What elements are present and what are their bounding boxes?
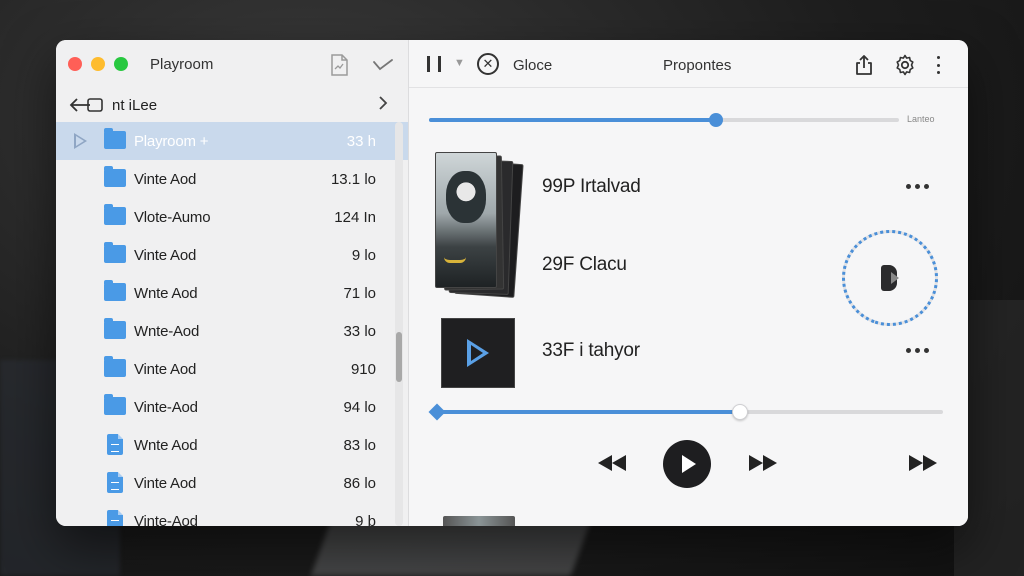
path-bar: nt iLee: [56, 88, 408, 122]
skip-next-button[interactable]: [909, 455, 937, 471]
list-item[interactable]: Vinte Aod 9 lo: [56, 236, 408, 274]
zoom-window-button[interactable]: [114, 57, 128, 71]
pane-title: Propontes: [663, 57, 732, 74]
ring-play-button[interactable]: [881, 265, 899, 291]
slider-knob[interactable]: [708, 113, 723, 127]
pause-icon[interactable]: [427, 56, 441, 72]
item-name: Vinte Aod: [134, 246, 197, 264]
close-window-button[interactable]: [68, 57, 82, 71]
item-name: Vinte Aod: [134, 474, 197, 492]
item-size: 124 In: [334, 208, 376, 226]
folder-icon: [104, 166, 126, 187]
scrollbar[interactable]: [395, 122, 403, 526]
folder-icon: [104, 128, 126, 149]
slider-fill: [435, 410, 740, 414]
item-size: 9 lo: [351, 246, 376, 264]
document-file-icon: [107, 434, 123, 455]
more-horizontal-icon[interactable]: [906, 184, 929, 189]
chevron-down-icon[interactable]: ▼: [454, 57, 465, 69]
folder-icon: [104, 280, 126, 301]
rewind-button[interactable]: [598, 455, 626, 471]
play-logo-icon: [467, 339, 489, 367]
player-toolbar: ▼ ✕ Gloce Propontes: [409, 40, 968, 88]
folder-icon: [104, 204, 126, 225]
slider-caption: Lanteo: [907, 114, 935, 124]
list-item[interactable]: Wnte-Aod 33 lo: [56, 312, 408, 350]
player-pane: ▼ ✕ Gloce Propontes Lanteo 99P Irtalvad …: [409, 40, 968, 526]
item-name: Wnte Aod: [134, 436, 198, 454]
titlebar: Playroom: [56, 40, 408, 88]
item-size: 9 b: [355, 512, 376, 527]
list-item[interactable]: Vlote-Aumo 124 In: [56, 198, 408, 236]
minimize-window-button[interactable]: [91, 57, 105, 71]
folder-icon: [104, 394, 126, 415]
list-item[interactable]: Wnte Aod 71 lo: [56, 274, 408, 312]
progress-slider[interactable]: [429, 113, 899, 127]
item-name: Playroom +: [134, 132, 209, 150]
list-item[interactable]: Vinte-Aod 94 lo: [56, 388, 408, 426]
slider-fill: [429, 118, 716, 122]
chevron-check-icon[interactable]: [372, 54, 394, 76]
list-item[interactable]: Playroom + 33 h: [56, 122, 408, 160]
gear-icon[interactable]: [893, 53, 917, 77]
item-size: 13.1 lo: [330, 170, 376, 188]
list-item[interactable]: Vinte Aod 86 lo: [56, 464, 408, 502]
item-name: Wnte-Aod: [134, 322, 200, 340]
more-horizontal-icon[interactable]: [906, 348, 929, 353]
item-size: 86 lo: [343, 474, 376, 492]
item-size: 94 lo: [343, 398, 376, 416]
folder-icon: [104, 242, 126, 263]
track-title: 33F i tahyor: [542, 340, 640, 361]
play-triangle-icon: [74, 133, 87, 149]
item-size: 33 lo: [343, 322, 376, 340]
fast-forward-button[interactable]: [749, 455, 777, 471]
item-name: Wnte Aod: [134, 284, 198, 302]
item-name: Vlote-Aumo: [134, 208, 211, 226]
share-icon[interactable]: [853, 54, 875, 76]
folder-icon: [104, 356, 126, 377]
scrollbar-thumb[interactable]: [396, 332, 402, 382]
file-list: Playroom + 33 h Vinte Aod 13.1 lo Vlote-…: [56, 122, 408, 526]
folder-icon: [104, 318, 126, 339]
back-arrow-icon[interactable]: [68, 95, 104, 115]
path-label: nt iLee: [112, 96, 158, 114]
item-size: 33 h: [346, 132, 376, 150]
list-item[interactable]: Vinte-Aod 9 b: [56, 502, 408, 526]
document-file-icon: [107, 472, 123, 493]
item-size: 910: [350, 360, 376, 378]
item-name: Vinte-Aod: [134, 512, 198, 527]
list-item[interactable]: Wnte Aod 83 lo: [56, 426, 408, 464]
partial-thumbnail[interactable]: [443, 516, 515, 526]
app-window: Playroom nt iLee Playroom + 33 h Vinte A…: [56, 40, 968, 526]
close-circle-icon[interactable]: ✕: [477, 53, 499, 75]
toolbar-label[interactable]: Gloce: [513, 57, 552, 74]
play-button[interactable]: [663, 440, 711, 488]
more-vertical-icon[interactable]: [933, 54, 943, 76]
file-browser-pane: Playroom nt iLee Playroom + 33 h Vinte A…: [56, 40, 409, 526]
item-name: Vinte Aod: [134, 360, 197, 378]
track-title: 29F Clacu: [542, 254, 627, 275]
app-title: Playroom: [150, 55, 214, 73]
slider-knob[interactable]: [731, 404, 748, 420]
document-icon[interactable]: [328, 54, 350, 76]
item-name: Vinte-Aod: [134, 398, 198, 416]
list-item[interactable]: Vinte Aod 13.1 lo: [56, 160, 408, 198]
list-item[interactable]: Vinte Aod 910: [56, 350, 408, 388]
chevron-right-icon[interactable]: [378, 95, 388, 115]
item-size: 83 lo: [343, 436, 376, 454]
track-title: 99P Irtalvad: [542, 176, 641, 197]
item-name: Vinte Aod: [134, 170, 197, 188]
video-thumbnail[interactable]: [441, 318, 515, 388]
document-file-icon: [107, 510, 123, 526]
window-controls: [68, 57, 128, 71]
seek-slider[interactable]: [428, 403, 943, 421]
item-size: 71 lo: [343, 284, 376, 302]
